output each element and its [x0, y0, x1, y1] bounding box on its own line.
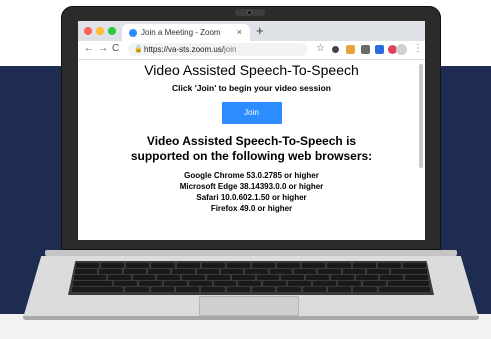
minimize-window-icon[interactable] [96, 27, 104, 35]
url-host: https://va-sts.zoom.us/ [144, 45, 225, 54]
webcam-icon [247, 10, 252, 15]
page-content: Video Assisted Speech-To-Speech Click 'J… [78, 62, 425, 240]
browser-list-item: Safari 10.0.602.1.50 or higher [196, 193, 307, 202]
reload-icon[interactable]: C [112, 43, 119, 54]
browser-menu-icon[interactable]: ⋮ [413, 43, 423, 54]
extension-icon[interactable] [361, 45, 370, 54]
laptop-lid: Join a Meeting - Zoom × + ← → C 🔒 https:… [61, 6, 441, 250]
keyboard-row [68, 263, 434, 268]
laptop-trackpad [199, 296, 299, 316]
join-button[interactable]: Join [221, 102, 282, 124]
keyboard-row [68, 281, 434, 286]
address-bar[interactable]: 🔒 https://va-sts.zoom.us/join [128, 43, 308, 56]
webcam-bar [235, 9, 265, 16]
zoom-favicon-icon [129, 29, 137, 37]
browser-list-item: Google Chrome 53.0.2785 or higher [184, 171, 319, 180]
keyboard-row [68, 287, 434, 292]
extension-icon[interactable] [346, 45, 355, 54]
browser-list-item: Firefox 49.0 or higher [210, 204, 293, 213]
page-title: Video Assisted Speech-To-Speech [144, 62, 359, 78]
profile-avatar-icon[interactable] [396, 44, 407, 55]
url-path: join [224, 45, 237, 54]
lock-icon: 🔒 [134, 46, 143, 53]
laptop-keyboard [68, 261, 434, 295]
close-window-icon[interactable] [84, 27, 92, 35]
tab-close-icon[interactable]: × [237, 27, 242, 37]
laptop-screen: Join a Meeting - Zoom × + ← → C 🔒 https:… [78, 21, 425, 240]
url-text: https://va-sts.zoom.us/join [144, 45, 236, 54]
support-heading-line1: Video Assisted Speech-To-Speech is [146, 134, 357, 148]
laptop-base-edge [23, 316, 479, 320]
new-tab-button[interactable]: + [256, 23, 264, 38]
browser-tab[interactable]: Join a Meeting - Zoom × [122, 24, 250, 41]
bookmark-star-icon[interactable]: ☆ [316, 43, 325, 54]
laptop-hinge [45, 250, 457, 256]
keyboard-row [68, 275, 434, 280]
join-instruction: Click 'Join' to begin your video session [172, 83, 331, 93]
browser-tabbar: Join a Meeting - Zoom × + [78, 21, 425, 41]
extension-icon[interactable] [332, 46, 339, 53]
browser-list-item: Microsoft Edge 38.14393.0.0 or higher [179, 182, 324, 191]
keyboard-row [68, 269, 434, 274]
maximize-window-icon[interactable] [108, 27, 116, 35]
support-heading-line2: supported on the following web browsers: [130, 149, 373, 163]
tab-title: Join a Meeting - Zoom [141, 28, 221, 37]
back-arrow-icon[interactable]: ← [84, 43, 94, 54]
browser-list: Google Chrome 53.0.2785 or higher Micros… [78, 170, 425, 214]
support-heading: Video Assisted Speech-To-Speech is suppo… [78, 134, 425, 164]
forward-arrow-icon[interactable]: → [98, 43, 108, 54]
extension-icon[interactable] [375, 45, 384, 54]
page-scrollbar[interactable] [419, 64, 423, 168]
browser-toolbar: ← → C 🔒 https://va-sts.zoom.us/join ☆ ⋮ [78, 41, 425, 60]
